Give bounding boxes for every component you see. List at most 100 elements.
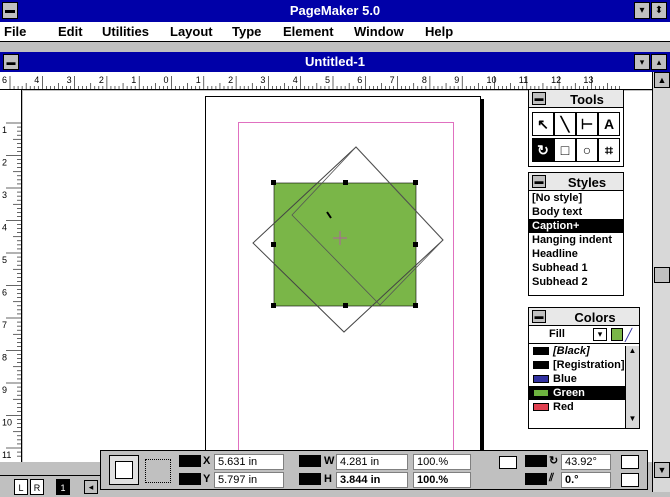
scale-height-field[interactable]: 100.% [413,472,471,488]
restore-icon[interactable]: ⬍ [651,2,667,19]
colors-close-icon[interactable]: ▬ [532,310,546,323]
ruler-label: 6 [2,75,7,85]
style-item[interactable]: Caption+ [529,219,623,233]
color-swatch [533,347,549,355]
ruler-label: 1 [2,125,7,135]
colors-palette-header[interactable]: ▬ Colors [529,308,639,326]
style-item[interactable]: Body text [529,205,623,219]
styles-palette: ▬ Styles [No style] Body text Caption+ Hang… [528,172,624,296]
colors-scroll-up-icon[interactable]: ▲ [626,346,639,359]
scroll-down-arrow-icon[interactable]: ▼ [654,462,670,478]
crop-icon[interactable]: ⌗ [598,138,620,162]
scroll-left-arrow-icon[interactable]: ◂ [84,480,98,494]
vertical-scrollbar[interactable]: ▲ ▼ [652,72,670,492]
styles-close-icon[interactable]: ▬ [532,175,546,188]
color-swatch [533,389,549,397]
style-item[interactable]: Subhead 2 [529,275,623,289]
style-item[interactable]: Headline [529,247,623,261]
scroll-up-arrow-icon[interactable]: ▲ [654,72,670,88]
style-item[interactable]: Subhead 1 [529,261,623,275]
colors-palette-title: Colors [574,310,616,325]
menu-file[interactable]: File [4,24,26,39]
color-item[interactable]: [Black] [529,344,625,358]
document-minimize-icon[interactable]: ▾ [634,54,650,70]
rotate-icon[interactable]: ↻ [532,138,554,162]
skew-nudge-buttons[interactable] [525,473,547,485]
proxy-reference-icon[interactable] [145,459,171,483]
scale-width-field[interactable]: 100.% [413,454,471,470]
document-maximize-icon[interactable]: ▴ [651,54,667,70]
minimize-icon[interactable]: ▾ [634,2,650,19]
menu-window[interactable]: Window [354,24,404,39]
h-label: H [324,473,332,485]
color-name: Red [553,401,574,413]
ruler-label: 2 [2,158,7,168]
constrained-line-icon[interactable]: ⊢ [576,112,598,136]
master-page-right-icon[interactable]: R [30,479,44,495]
apply-icon [115,461,133,479]
style-item[interactable]: Hanging indent [529,233,623,247]
skew-field[interactable]: 0.° [561,472,611,488]
apply-button[interactable] [109,455,139,485]
color-swatch [533,375,549,383]
tools-palette-header[interactable]: ▬ Tools [529,90,623,108]
height-field[interactable]: 3.844 in [336,472,408,488]
ruler-label: 8 [422,75,427,85]
fill-dropdown-label[interactable]: Fill [549,328,565,340]
rotation-field[interactable]: 43.92° [561,454,611,470]
h-nudge-buttons[interactable] [299,473,321,485]
pointer-icon[interactable]: ↖ [532,112,554,136]
colors-scrollbar[interactable]: ▲ ▼ [625,346,639,428]
x-position-field[interactable]: 5.631 in [214,454,284,470]
menu-type[interactable]: Type [232,24,261,39]
fill-dropdown-arrow-icon[interactable]: ▾ [593,328,607,341]
proportional-scaling-icon[interactable] [499,456,517,469]
ruler-label: 11 [519,75,528,85]
ruler-label: 11 [2,450,11,460]
tools-grid: ↖ ╲ ⊢ A ↻ □ ○ ⌗ [532,112,620,164]
ellipse-icon[interactable]: ○ [576,138,598,162]
color-name: Blue [553,373,577,385]
styles-palette-header[interactable]: ▬ Styles [529,173,623,191]
color-item[interactable]: Blue [529,372,625,386]
menu-element[interactable]: Element [283,24,334,39]
color-name: [Black] [553,345,590,357]
line-icon[interactable]: ╲ [554,112,576,136]
y-label: Y [203,473,211,485]
color-name: [Registration] [553,359,625,371]
color-swatch [533,361,549,369]
vertical-ruler[interactable]: 1 2 3 4 5 6 7 8 9 10 11 [0,90,22,462]
color-item[interactable]: [Registration] [529,358,625,372]
text-icon[interactable]: A [598,112,620,136]
skew-icon: ⫽ [549,472,554,484]
master-page-left-icon[interactable]: L [14,479,28,495]
tools-close-icon[interactable]: ▬ [532,92,546,105]
rectangle-icon[interactable]: □ [554,138,576,162]
menu-help[interactable]: Help [425,24,453,39]
colors-list: [Black] [Registration] Blue Green Red [529,344,625,414]
y-nudge-buttons[interactable] [179,473,201,485]
w-nudge-buttons[interactable] [299,455,321,467]
colors-scroll-down-icon[interactable]: ▼ [626,414,639,427]
fill-swatch-icon[interactable] [611,328,623,341]
flip-horizontal-icon[interactable] [621,455,639,469]
color-item[interactable]: Red [529,400,625,414]
x-nudge-buttons[interactable] [179,455,201,467]
line-pen-icon[interactable]: ╱ [625,328,637,342]
menu-edit[interactable]: Edit [58,24,83,39]
horizontal-ruler[interactable]: 6 4 3 2 1 0 1 2 3 4 5 6 7 8 9 10 11 12 13 [0,72,652,90]
style-item[interactable]: [No style] [529,191,623,205]
color-item[interactable]: Green [529,386,625,400]
rotation-nudge-buttons[interactable] [525,455,547,467]
flip-vertical-icon[interactable] [621,473,639,487]
width-field[interactable]: 4.281 in [336,454,408,470]
scroll-thumb[interactable] [654,267,670,283]
w-label: W [324,455,335,467]
ruler-label: 10 [2,418,12,428]
page-1-icon[interactable]: 1 [56,479,70,495]
y-position-field[interactable]: 5.797 in [214,472,284,488]
menu-utilities[interactable]: Utilities [102,24,149,39]
ruler-label: 3 [67,75,72,85]
vertical-ruler-ticks: 1 2 3 4 5 6 7 8 9 10 11 [2,122,22,460]
menu-layout[interactable]: Layout [170,24,213,39]
